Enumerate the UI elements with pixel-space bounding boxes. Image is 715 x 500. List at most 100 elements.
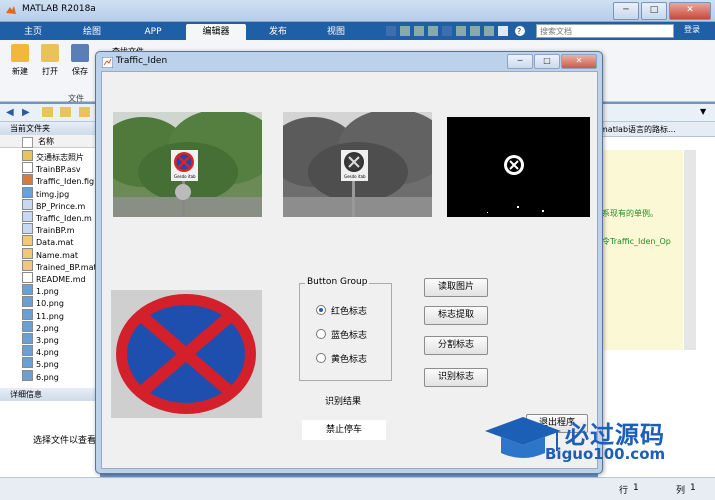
- tab-apps[interactable]: APP: [126, 24, 180, 40]
- file-list-item[interactable]: timg.jpg: [0, 186, 100, 199]
- close-button[interactable]: ✕: [669, 2, 711, 20]
- figure-close-button[interactable]: ✕: [561, 54, 597, 69]
- current-folder-header: 当前文件夹: [0, 122, 100, 135]
- tab-view[interactable]: 视图: [310, 24, 362, 40]
- radio-yellow-sign[interactable]: 黄色标志: [316, 352, 367, 365]
- quick-access-icons[interactable]: ?: [386, 25, 536, 37]
- file-icon: [22, 162, 33, 174]
- browse-folder-icon[interactable]: [60, 107, 71, 117]
- svg-text:?: ?: [517, 27, 521, 36]
- file-name: Trained_BP.mat: [36, 262, 97, 272]
- radio-red-sign[interactable]: 红色标志: [316, 304, 367, 317]
- tab-home[interactable]: 主页: [8, 24, 58, 40]
- file-name: 4.png: [36, 348, 59, 358]
- file-name: timg.jpg: [36, 189, 70, 199]
- image-icon: [22, 296, 33, 308]
- code-comment-1: 系现有的单例。: [602, 209, 658, 218]
- watermark-url: Biguo100.com: [545, 445, 666, 463]
- row-label: 行: [619, 486, 629, 496]
- file-name: Data.mat: [36, 238, 74, 248]
- login-link[interactable]: 登录: [684, 24, 700, 35]
- folder-icon: [22, 150, 33, 161]
- editor-scrollbar[interactable]: [684, 150, 696, 350]
- file-list-item[interactable]: 1.png: [0, 284, 100, 296]
- name-column-header[interactable]: 名称: [0, 135, 100, 148]
- original-image-axes: Gesdo itab: [113, 112, 262, 217]
- details-header: 详细信息: [0, 388, 100, 401]
- file-name: 6.png: [36, 372, 59, 382]
- file-list-item[interactable]: 交通标志照片: [0, 150, 100, 162]
- file-name: TrainBP.m: [36, 226, 75, 236]
- back-icon[interactable]: ◀: [6, 107, 14, 118]
- file-list-item[interactable]: BP_Prince.m: [0, 198, 100, 211]
- row-value: 1: [633, 483, 639, 493]
- tab-editor[interactable]: 编辑器: [186, 24, 246, 40]
- file-list-item[interactable]: README.md: [0, 272, 100, 284]
- up-folder-icon[interactable]: [42, 107, 53, 117]
- file-list-item[interactable]: 4.png: [0, 345, 100, 357]
- image-icon: [22, 357, 33, 369]
- file-name: 11.png: [36, 311, 64, 321]
- file-name: 2.png: [36, 323, 59, 333]
- file-list-item[interactable]: 2.png: [0, 320, 100, 333]
- fig-icon: [22, 174, 33, 186]
- image-icon: [22, 345, 33, 357]
- radio-indicator[interactable]: [316, 353, 326, 363]
- image-icon: [22, 333, 33, 344]
- file-list-item[interactable]: Trained_BP.mat: [0, 259, 100, 272]
- result-value: 禁止停车: [302, 420, 386, 440]
- figure-maximize-button[interactable]: □: [534, 54, 560, 69]
- tab-publish[interactable]: 发布: [252, 24, 304, 40]
- editor-tab[interactable]: matlab语言的路标...: [598, 122, 715, 137]
- file-list-item[interactable]: 6.png: [0, 369, 100, 382]
- extract-sign-button[interactable]: 标志提取: [424, 306, 488, 325]
- file-list-item[interactable]: 5.png: [0, 357, 100, 369]
- new-button[interactable]: 新建: [6, 44, 34, 77]
- file-list-item[interactable]: TrainBP.m: [0, 223, 100, 235]
- file-list-item[interactable]: Name.mat: [0, 247, 100, 260]
- file-list-item[interactable]: Traffic_Iden.fig: [0, 174, 100, 186]
- file-name: README.md: [36, 275, 86, 284]
- segment-sign-button[interactable]: 分割标志: [424, 336, 488, 355]
- tab-plots[interactable]: 绘图: [64, 24, 120, 40]
- figure-title: Traffic_Iden: [116, 56, 168, 66]
- image-icon: [22, 320, 33, 332]
- file-list-item[interactable]: 11.png: [0, 308, 100, 321]
- new-icon: [11, 44, 29, 62]
- grayscale-image-axes: Gesdo itab: [283, 112, 432, 217]
- editor-code-area: 系现有的单例。 令Traffic_Iden_Op: [598, 150, 683, 350]
- button-group: Button Group 红色标志 蓝色标志 黄色标志: [299, 277, 392, 381]
- file-list-item[interactable]: Traffic_Iden.m: [0, 211, 100, 223]
- file-name: 1.png: [36, 287, 59, 297]
- read-image-button[interactable]: 读取图片: [424, 278, 488, 297]
- radio-indicator[interactable]: [316, 329, 326, 339]
- extracted-sign-axes: [111, 290, 262, 418]
- file-list-item[interactable]: TrainBP.asv: [0, 162, 100, 174]
- radio-blue-sign[interactable]: 蓝色标志: [316, 328, 367, 341]
- file-list-item[interactable]: Data.mat: [0, 235, 100, 247]
- file-list-item[interactable]: 3.png: [0, 333, 100, 345]
- app-title: MATLAB R2018a: [22, 4, 96, 14]
- maximize-button[interactable]: □: [641, 2, 667, 20]
- image-icon: [22, 186, 33, 198]
- minimize-button[interactable]: ─: [613, 2, 639, 20]
- image-icon: [22, 369, 33, 381]
- file-list-item[interactable]: 10.png: [0, 296, 100, 308]
- recognize-sign-button[interactable]: 识别标志: [424, 368, 488, 387]
- figure-icon: [102, 57, 113, 68]
- save-button[interactable]: 保存: [66, 44, 94, 77]
- path-dropdown-icon[interactable]: ▼: [700, 107, 706, 116]
- sign-plate-text-gray: Gesdo itab: [344, 174, 366, 179]
- forward-icon[interactable]: ▶: [22, 107, 30, 118]
- file-name: Traffic_Iden.fig: [36, 177, 95, 187]
- figure-minimize-button[interactable]: ─: [507, 54, 533, 69]
- file-icon: [22, 272, 33, 283]
- file-icon: [22, 137, 33, 148]
- open-button[interactable]: 打开: [36, 44, 64, 77]
- open-folder-icon: [41, 44, 59, 62]
- search-input[interactable]: 搜索文档: [536, 24, 674, 38]
- m-icon: [22, 198, 33, 210]
- m-icon: [22, 223, 33, 235]
- m-icon: [22, 211, 33, 222]
- radio-indicator[interactable]: [316, 305, 326, 315]
